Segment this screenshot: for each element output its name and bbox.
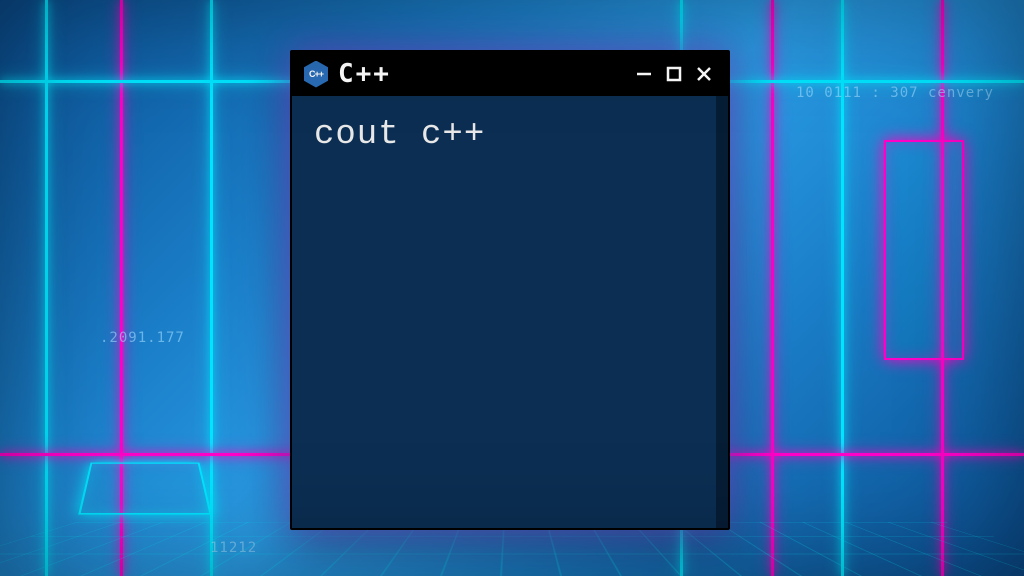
titlebar[interactable]: C++ C++ (292, 52, 728, 96)
neon-line (45, 0, 48, 576)
decorative-text: 11212 (210, 540, 257, 556)
maximize-button[interactable] (662, 62, 686, 86)
close-icon (695, 65, 713, 83)
window-title: C++ (338, 59, 622, 89)
minimize-button[interactable] (632, 62, 656, 86)
glow-panel (884, 140, 964, 360)
terminal-output: cout c++ (314, 116, 706, 154)
minimize-icon (635, 65, 653, 83)
neon-line (210, 0, 213, 576)
terminal-window: C++ C++ cout c++ (290, 50, 730, 530)
cpp-icon: C++ (304, 60, 328, 88)
scrollbar[interactable] (716, 96, 728, 528)
window-controls (632, 62, 716, 86)
decorative-text: .2091.177 (100, 330, 185, 346)
floor-grid (0, 522, 1024, 576)
glow-panel (78, 463, 212, 515)
terminal-body[interactable]: cout c++ (292, 96, 728, 528)
maximize-icon (665, 65, 683, 83)
neon-line (771, 0, 774, 576)
decorative-text: 10 0111 : 307 cenvery (796, 85, 994, 101)
close-button[interactable] (692, 62, 716, 86)
